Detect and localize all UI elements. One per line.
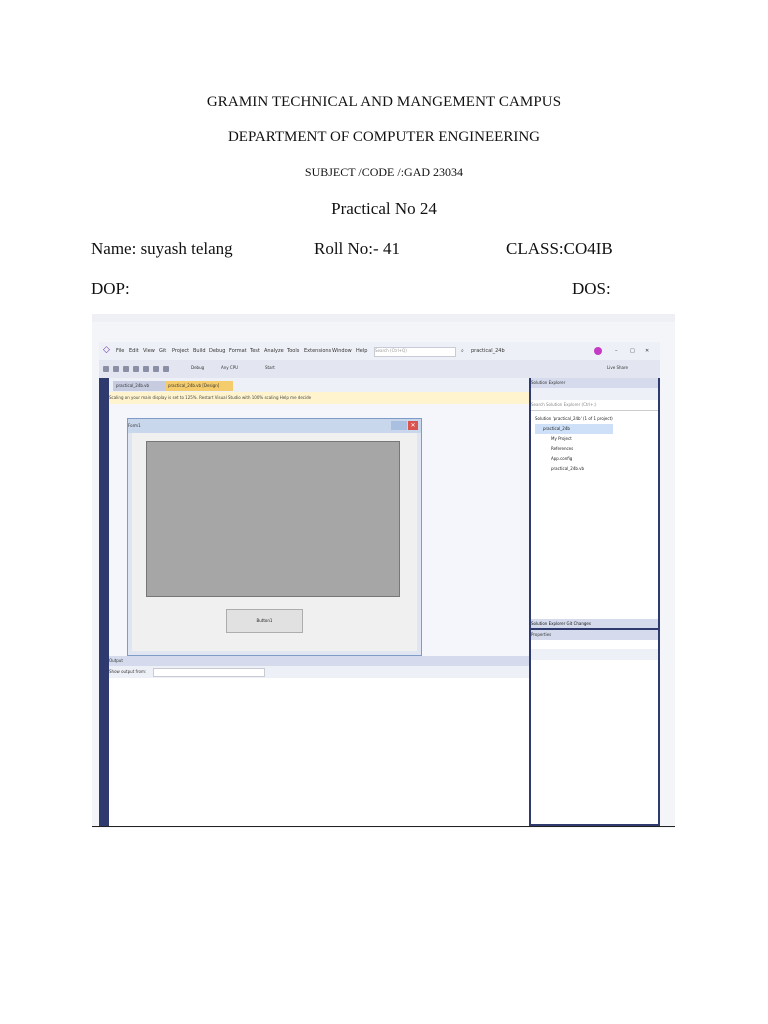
menu-view[interactable]: View xyxy=(143,348,155,354)
solution-tree: Solution 'practical_24b' (1 of 1 project… xyxy=(535,414,613,474)
solution-explorer-toolbar xyxy=(531,388,658,400)
form-body: Button1 xyxy=(132,433,417,651)
menu-help[interactable]: Help xyxy=(356,348,367,354)
gray-panel[interactable] xyxy=(146,441,400,597)
tab-solution-explorer[interactable]: Solution Explorer xyxy=(531,621,565,626)
menu-window[interactable]: Window xyxy=(332,348,352,354)
properties-pane: Properties xyxy=(531,630,658,824)
save-all-icon[interactable] xyxy=(143,366,149,372)
student-name: Name: suyash telang xyxy=(91,239,233,258)
search-input[interactable]: Search (Ctrl+Q) xyxy=(374,347,456,357)
output-source-label: Show output from: xyxy=(109,669,147,674)
tab-code[interactable]: practical_24b.vb xyxy=(113,381,169,391)
button1[interactable]: Button1 xyxy=(226,609,303,633)
department-title: DEPARTMENT OF COMPUTER ENGINEERING xyxy=(227,129,541,145)
menu-test[interactable]: Test xyxy=(250,348,260,354)
tree-item-solution[interactable]: Solution 'practical_24b' (1 of 1 project… xyxy=(535,414,613,424)
college-title: GRAMIN TECHNICAL AND MANGEMENT CAMPUS xyxy=(206,94,562,110)
new-item-icon[interactable] xyxy=(113,366,119,372)
menu-git[interactable]: Git xyxy=(159,348,166,354)
output-title: Output xyxy=(109,656,529,666)
screenshot-bottom-rule xyxy=(92,826,675,827)
properties-title: Properties xyxy=(531,630,658,640)
form-title: Form1 xyxy=(128,419,421,433)
maximize-icon[interactable]: □ xyxy=(630,348,635,354)
solution-search-input[interactable]: Search Solution Explorer (Ctrl+;) xyxy=(531,400,658,411)
menu-debug[interactable]: Debug xyxy=(209,348,225,354)
tree-item-vb-file[interactable]: practical_24b.vb xyxy=(535,464,613,474)
tab-design[interactable]: practical_24b.vb [Design] xyxy=(165,381,233,391)
tree-item-my-project[interactable]: My Project xyxy=(535,434,613,444)
start-button[interactable]: Start xyxy=(265,365,275,370)
menu-tools[interactable]: Tools xyxy=(287,348,299,354)
solution-explorer: Solution Explorer Search Solution Explor… xyxy=(531,378,658,628)
menu-format[interactable]: Format xyxy=(229,348,247,354)
open-icon[interactable] xyxy=(123,366,129,372)
live-share-button[interactable]: Live Share xyxy=(607,365,628,370)
form-close-icon[interactable]: ✕ xyxy=(408,421,418,430)
solution-explorer-tabs: Solution Explorer Git Changes xyxy=(531,619,658,628)
close-icon[interactable]: ✕ xyxy=(645,348,649,354)
menu-bar: ◇ File Edit View Git Project Build Debug… xyxy=(99,342,660,360)
visual-studio-icon: ◇ xyxy=(103,345,110,355)
output-source-dropdown[interactable] xyxy=(153,668,265,677)
menu-extensions[interactable]: Extensions xyxy=(304,348,331,354)
dop-label: DOP: xyxy=(91,279,130,298)
roll-number: Roll No:- 41 xyxy=(314,239,400,258)
menu-build[interactable]: Build xyxy=(193,348,206,354)
output-toolbar: Show output from: xyxy=(109,666,529,678)
menu-analyze[interactable]: Analyze xyxy=(264,348,284,354)
practical-number: Practical No 24 xyxy=(331,199,437,218)
class-label: CLASS:CO4IB xyxy=(506,239,613,258)
document-area: practical_24b.vb practical_24b.vb [Desig… xyxy=(109,378,529,656)
config-dropdown[interactable]: Debug xyxy=(191,365,204,370)
menu-project[interactable]: Project xyxy=(172,348,189,354)
subject-code: SUBJECT /CODE /:GAD 23034 xyxy=(304,165,464,179)
solution-name: practical_24b xyxy=(471,348,505,354)
form-designer: Form1 ✕ Button1 xyxy=(109,404,529,656)
platform-dropdown[interactable]: Any CPU xyxy=(221,365,238,370)
ide-screenshot: ◇ File Edit View Git Project Build Debug… xyxy=(92,314,675,828)
menu-file[interactable]: File xyxy=(116,348,124,354)
tree-item-references[interactable]: References xyxy=(535,444,613,454)
properties-toolbar xyxy=(531,649,658,660)
standard-toolbar: Debug Any CPU Start Live Share xyxy=(99,360,660,378)
undo-icon[interactable] xyxy=(153,366,159,372)
tree-item-project[interactable]: practical_24b xyxy=(535,424,613,434)
scaling-infobar: Scaling on your main display is set to 1… xyxy=(109,392,529,404)
redo-icon[interactable] xyxy=(163,366,169,372)
menu-edit[interactable]: Edit xyxy=(129,348,139,354)
tab-git-changes[interactable]: Git Changes xyxy=(567,621,591,626)
save-icon[interactable] xyxy=(133,366,139,372)
output-pane: Output Show output from: xyxy=(109,656,529,826)
visual-studio-window: ◇ File Edit View Git Project Build Debug… xyxy=(99,342,660,826)
tree-item-app-config[interactable]: App.config xyxy=(535,454,613,464)
back-icon[interactable] xyxy=(103,366,109,372)
dos-label: DOS: xyxy=(572,279,611,298)
search-icon: ⌕ xyxy=(461,348,464,354)
screenshot-top-margin xyxy=(92,314,675,322)
form-control-buttons xyxy=(391,421,407,430)
solution-explorer-title: Solution Explorer xyxy=(531,378,658,388)
minimize-icon[interactable]: – xyxy=(615,348,618,354)
account-avatar[interactable] xyxy=(594,347,602,355)
form-window[interactable]: Form1 ✕ Button1 xyxy=(127,418,422,656)
